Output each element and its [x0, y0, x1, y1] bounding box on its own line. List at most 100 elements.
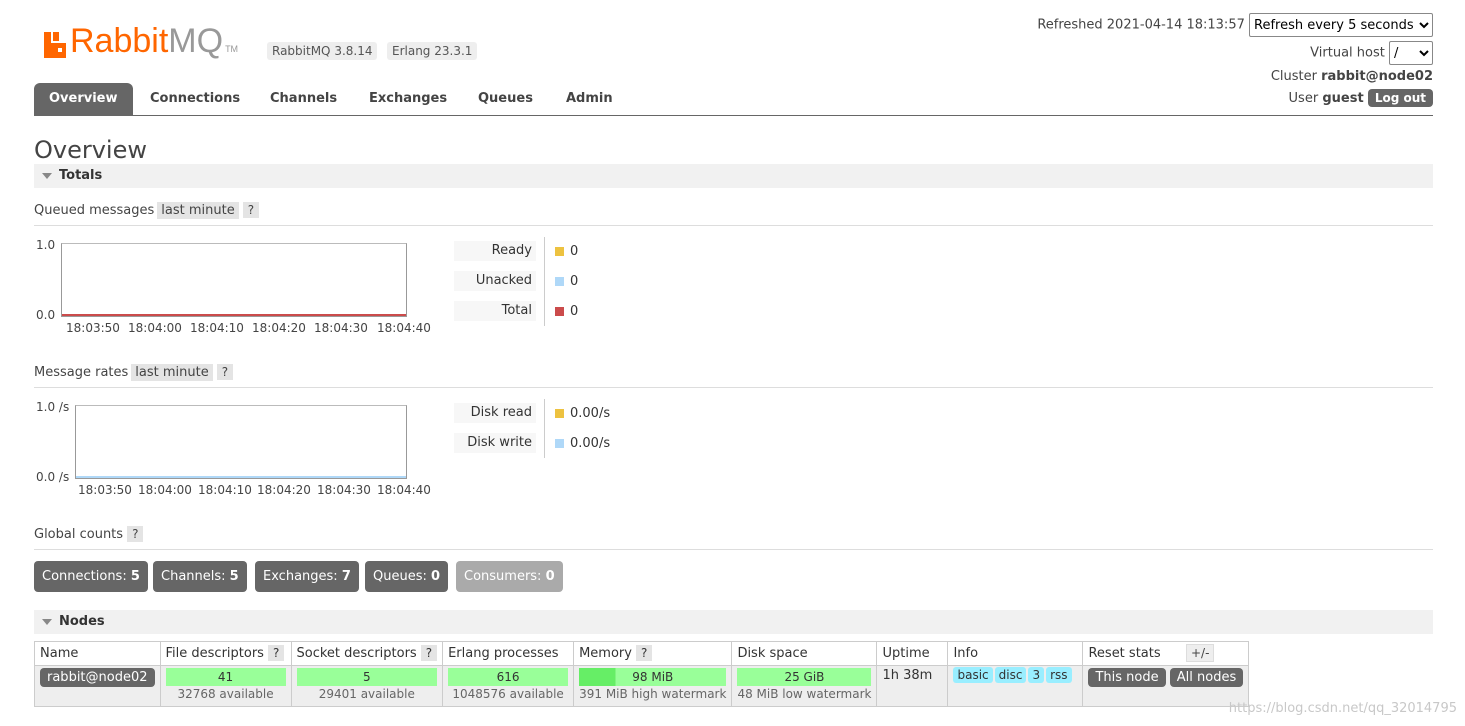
tab-admin[interactable]: Admin [551, 83, 628, 115]
col-socket-descriptors: Socket descriptors? [290, 641, 444, 666]
node-name-link[interactable]: rabbit@node02 [40, 668, 155, 687]
uptime-cell: 1h 38m [876, 665, 949, 707]
tab-channels[interactable]: Channels [255, 83, 352, 115]
cluster-name: rabbit@node02 [1321, 69, 1433, 84]
message-rates-title: Message rates [34, 365, 129, 380]
x-tick: 18:04:10 [190, 321, 244, 335]
memory-help-icon[interactable]: ? [635, 645, 653, 661]
sd-usage-bar: 5 [296, 668, 438, 686]
nodes-section-label: Nodes [59, 614, 105, 629]
unacked-swatch[interactable] [555, 277, 564, 286]
rabbitmq-version-badge: RabbitMQ 3.8.14 [267, 42, 378, 60]
rabbitmq-logo: RabbitMQ TM [44, 24, 238, 58]
queues-count-button[interactable]: Queues: 0 [365, 561, 449, 592]
queued-messages-title: Queued messages [34, 203, 155, 218]
x-tick: 18:04:20 [257, 483, 311, 497]
ep-available: 1048576 available [452, 687, 564, 701]
global-counts-header: Global counts? [34, 526, 1433, 550]
memory-usage-bar: 98 MiB [579, 668, 727, 686]
x-tick: 18:04:00 [138, 483, 192, 497]
legend-unacked-label: Unacked [454, 271, 536, 291]
fd-available: 32768 available [177, 687, 274, 701]
disk-read-value: 0.00/s [570, 406, 611, 421]
total-swatch[interactable] [555, 307, 564, 316]
col-uptime: Uptime [876, 641, 949, 666]
sd-available: 29401 available [318, 687, 415, 701]
ready-value: 0 [570, 244, 579, 259]
queued-messages-chart [61, 243, 407, 317]
disk-write-value: 0.00/s [570, 436, 611, 451]
queued-y-top: 1.0 [36, 238, 56, 252]
legend-divider [544, 399, 545, 458]
disk-read-swatch[interactable] [555, 409, 564, 418]
x-tick: 18:04:10 [198, 483, 252, 497]
vhost-row: Virtual host / [1310, 41, 1433, 65]
main-nav-tabs: Overview Connections Channels Exchanges … [34, 83, 1433, 116]
col-name: Name [34, 641, 161, 666]
info-tag-disc: disc [994, 667, 1027, 683]
brand-text: RabbitMQ [70, 22, 224, 60]
channels-count-button[interactable]: Channels: 5 [153, 561, 247, 592]
col-info: Info [947, 641, 1084, 666]
ep-cell: 616 1048576 available [442, 665, 575, 707]
x-tick: 18:04:40 [377, 321, 431, 335]
collapse-triangle-icon [42, 173, 52, 179]
tab-overview[interactable]: Overview [34, 83, 133, 115]
x-tick: 18:04:30 [314, 321, 368, 335]
col-reset-stats: Reset stats [1082, 641, 1250, 666]
queued-range-selector[interactable]: last minute [157, 202, 239, 219]
col-memory: Memory? [573, 641, 733, 666]
x-tick: 18:03:50 [78, 483, 132, 497]
queued-help-icon[interactable]: ? [242, 202, 260, 218]
disk-usage-bar: 25 GiB [737, 668, 872, 686]
connections-count-button[interactable]: Connections: 5 [34, 561, 148, 592]
message-rates-header: Message rates last minute? [34, 364, 1433, 388]
nodes-table: Name File descriptors? Socket descriptor… [34, 641, 1250, 707]
tab-queues[interactable]: Queues [463, 83, 548, 115]
vhost-select[interactable]: / [1389, 41, 1433, 65]
totals-section-toggle[interactable]: Totals [34, 164, 1433, 188]
ready-swatch[interactable] [555, 247, 564, 256]
tab-connections[interactable]: Connections [135, 83, 255, 115]
rates-help-icon[interactable]: ? [216, 364, 234, 380]
sd-cell: 5 29401 available [290, 665, 444, 707]
memory-cell: 98 MiB 391 MiB high watermark [573, 665, 733, 707]
sd-help-icon[interactable]: ? [420, 645, 438, 661]
vhost-label: Virtual host [1310, 45, 1385, 61]
consumers-count-button[interactable]: Consumers: 0 [456, 561, 563, 592]
col-erlang-processes: Erlang processes [442, 641, 575, 666]
disk-low-watermark: 48 MiB low watermark [737, 687, 872, 701]
info-tag-rss: rss [1046, 667, 1072, 683]
refresh-interval-select[interactable]: Refresh every 5 seconds [1249, 13, 1433, 37]
node-name-cell: rabbit@node02 [34, 665, 161, 707]
info-tag-count: 3 [1028, 667, 1045, 683]
ep-usage-bar: 616 [448, 668, 569, 686]
table-header-row: Name File descriptors? Socket descriptor… [34, 641, 1250, 666]
x-tick: 18:04:30 [317, 483, 371, 497]
global-counts-title: Global counts [34, 527, 124, 542]
reset-cell: This node All nodes [1082, 665, 1250, 707]
rates-range-selector[interactable]: last minute [131, 364, 213, 381]
refresh-row: Refreshed 2021-04-14 18:13:57 Refresh ev… [1037, 13, 1433, 37]
exchanges-count-button[interactable]: Exchanges: 7 [255, 561, 359, 592]
info-tag-basic: basic [953, 667, 993, 683]
memory-high-watermark: 391 MiB high watermark [579, 687, 727, 701]
x-tick: 18:04:00 [128, 321, 182, 335]
tab-exchanges[interactable]: Exchanges [354, 83, 462, 115]
x-tick: 18:04:40 [377, 483, 431, 497]
queued-messages-header: Queued messages last minute? [34, 202, 1433, 226]
nodes-section-toggle[interactable]: Nodes [34, 610, 1433, 634]
global-help-icon[interactable]: ? [127, 526, 144, 542]
fd-help-icon[interactable]: ? [267, 645, 285, 661]
column-toggle-button[interactable]: +/- [1186, 644, 1215, 662]
unacked-value: 0 [570, 274, 579, 289]
disk-write-series-line [76, 476, 406, 478]
rates-y-bottom: 0.0 /s [36, 470, 70, 484]
x-tick: 18:03:50 [66, 321, 120, 335]
fd-cell: 41 32768 available [159, 665, 292, 707]
disk-write-swatch[interactable] [555, 439, 564, 448]
reset-all-nodes-button[interactable]: All nodes [1169, 668, 1244, 687]
legend-ready-label: Ready [454, 241, 536, 261]
queued-y-bottom: 0.0 [36, 308, 56, 322]
reset-this-node-button[interactable]: This node [1088, 668, 1166, 687]
